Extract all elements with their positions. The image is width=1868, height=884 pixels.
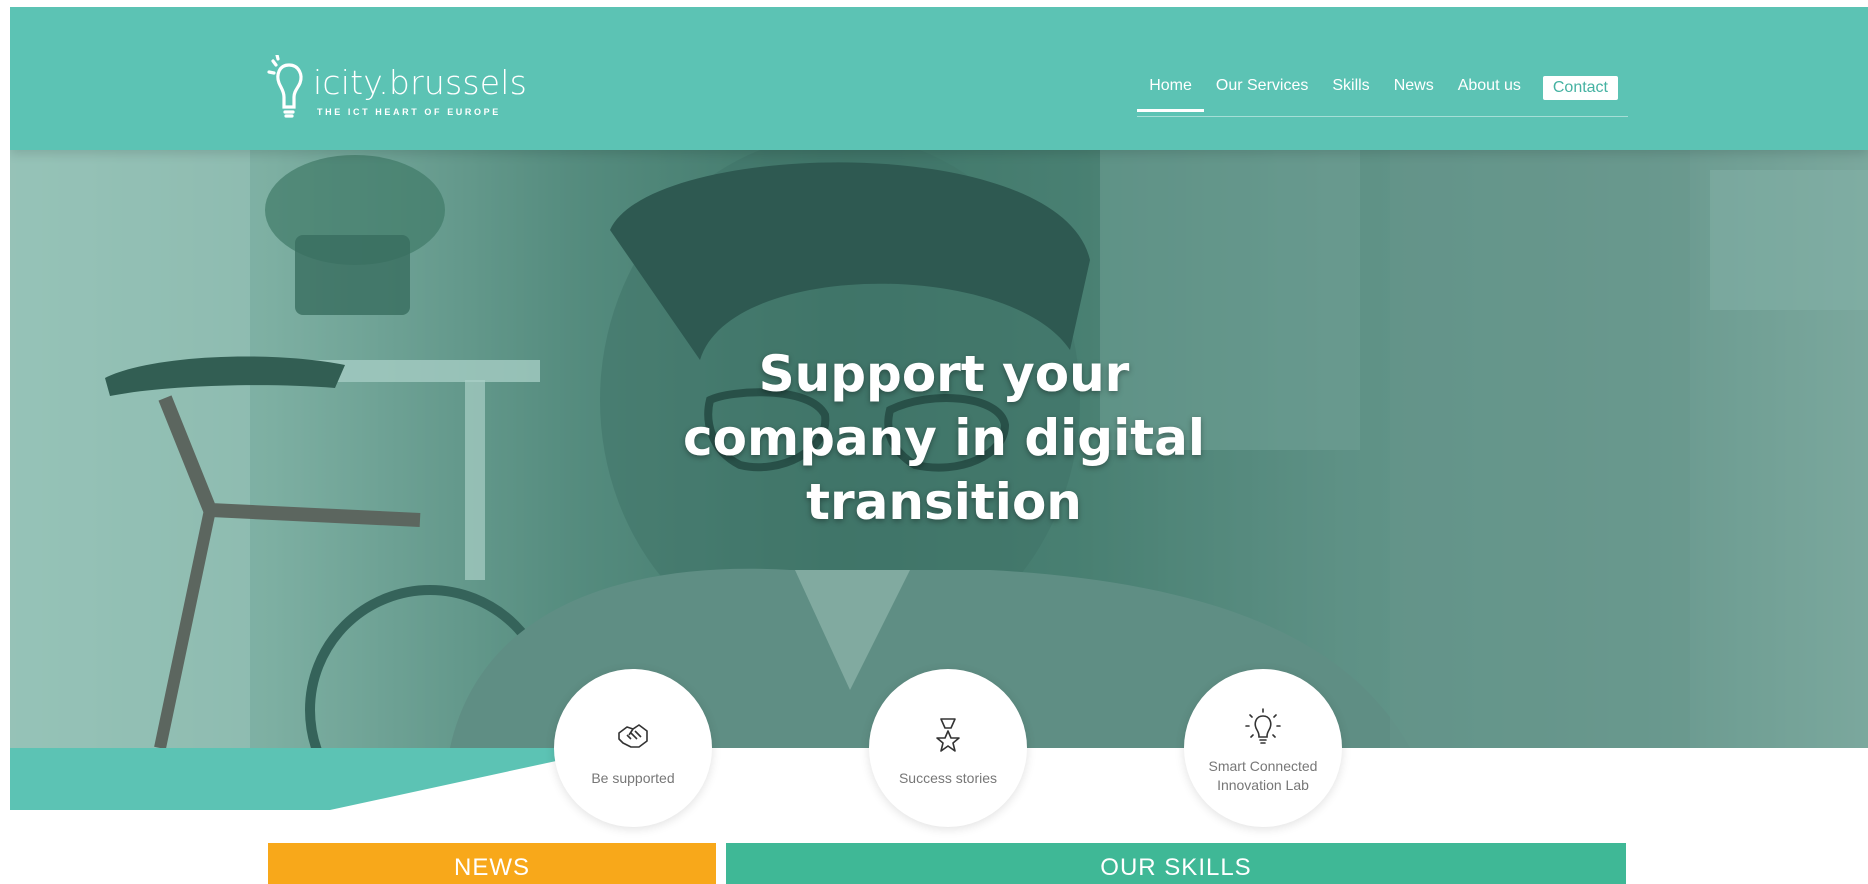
hero-banner: Support your company in digital transiti… — [10, 150, 1868, 748]
feature-label: Smart Connected Innovation Lab — [1194, 757, 1332, 795]
page-frame: icity.brussels THE ICT HEART OF EUROPE H… — [10, 7, 1868, 884]
feature-label: Be supported — [591, 770, 675, 786]
hero-title-line-1: Support your — [758, 345, 1130, 403]
lightbulb-logo-icon — [267, 55, 303, 118]
handshake-icon — [618, 724, 648, 748]
main-nav: Home Our Services Skills News About us C… — [1137, 69, 1628, 117]
nav-news[interactable]: News — [1382, 69, 1446, 111]
nav-our-services[interactable]: Our Services — [1204, 69, 1320, 111]
our-skills-section-tab[interactable]: OUR SKILLS — [726, 843, 1626, 884]
feature-label-line-1: Smart Connected — [1208, 758, 1318, 774]
brand-name: icity.brussels — [313, 63, 528, 102]
feature-smart-connected-innovation-lab[interactable]: Smart Connected Innovation Lab — [1184, 669, 1342, 827]
site-header: icity.brussels THE ICT HEART OF EUROPE H… — [10, 7, 1868, 150]
feature-label-line-2: Innovation Lab — [1217, 777, 1309, 793]
decorative-slant-strip — [10, 748, 570, 810]
nav-skills[interactable]: Skills — [1320, 69, 1381, 111]
brand-tagline: THE ICT HEART OF EUROPE — [317, 107, 501, 117]
hero-title-line-2: company in digital — [683, 409, 1205, 467]
site-logo[interactable]: icity.brussels THE ICT HEART OF EUROPE — [267, 53, 527, 123]
news-section-tab[interactable]: NEWS — [268, 843, 716, 884]
hero-title-line-3: transition — [806, 473, 1082, 531]
lightbulb-icon — [1245, 708, 1281, 744]
nav-home[interactable]: Home — [1137, 69, 1204, 112]
hero-title: Support your company in digital transiti… — [10, 342, 1868, 534]
nav-about-us[interactable]: About us — [1446, 69, 1533, 111]
award-star-icon — [936, 718, 960, 752]
contact-button[interactable]: Contact — [1542, 76, 1618, 100]
feature-be-supported[interactable]: Be supported — [554, 669, 712, 827]
feature-label: Success stories — [898, 770, 998, 786]
feature-success-stories[interactable]: Success stories — [869, 669, 1027, 827]
